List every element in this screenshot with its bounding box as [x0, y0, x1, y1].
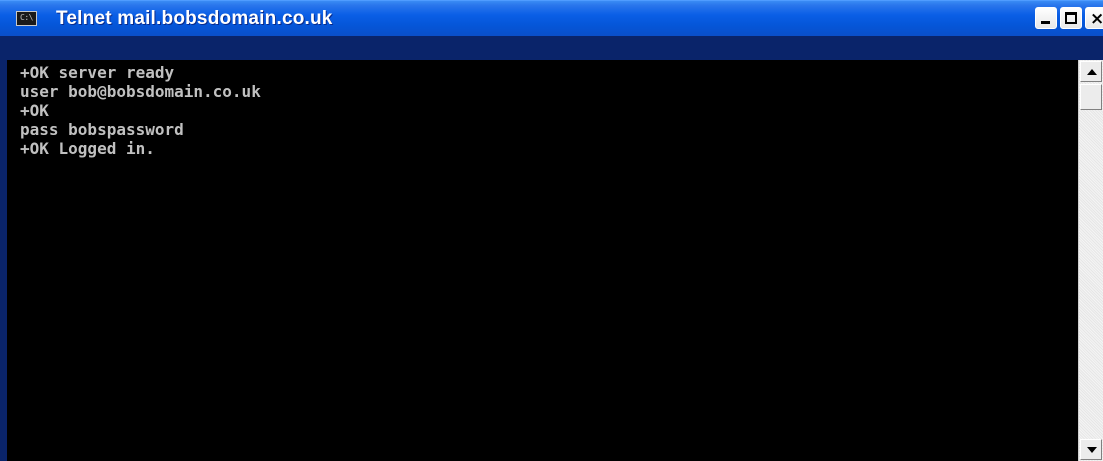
console-line: +OK server ready — [20, 63, 175, 82]
scroll-thumb[interactable] — [1080, 84, 1102, 110]
window-title: Telnet mail.bobsdomain.co.uk — [56, 8, 333, 29]
maximize-button[interactable] — [1060, 7, 1082, 29]
console-line: +OK Logged in. — [20, 139, 155, 158]
console-icon[interactable]: C:\ — [16, 11, 37, 26]
arrow-down-icon — [1087, 447, 1097, 453]
console-output[interactable]: +OK server ready user bob@bobsdomain.co.… — [7, 60, 1078, 461]
console-line: pass bobspassword — [20, 120, 184, 139]
vertical-scrollbar[interactable] — [1078, 60, 1103, 461]
arrow-up-icon — [1087, 69, 1097, 75]
minimize-button[interactable] — [1035, 7, 1057, 29]
console-line: +OK — [20, 101, 49, 120]
scroll-up-button[interactable] — [1080, 61, 1102, 82]
close-icon: × — [1090, 9, 1103, 29]
telnet-window: C:\ Telnet mail.bobsdomain.co.uk × +OK s… — [0, 0, 1103, 461]
console-line: user bob@bobsdomain.co.uk — [20, 82, 261, 101]
close-button[interactable]: × — [1085, 7, 1103, 29]
title-bar[interactable]: C:\ Telnet mail.bobsdomain.co.uk × — [0, 0, 1103, 36]
console-lines: +OK server ready user bob@bobsdomain.co.… — [20, 63, 261, 158]
scroll-down-button[interactable] — [1080, 439, 1102, 460]
